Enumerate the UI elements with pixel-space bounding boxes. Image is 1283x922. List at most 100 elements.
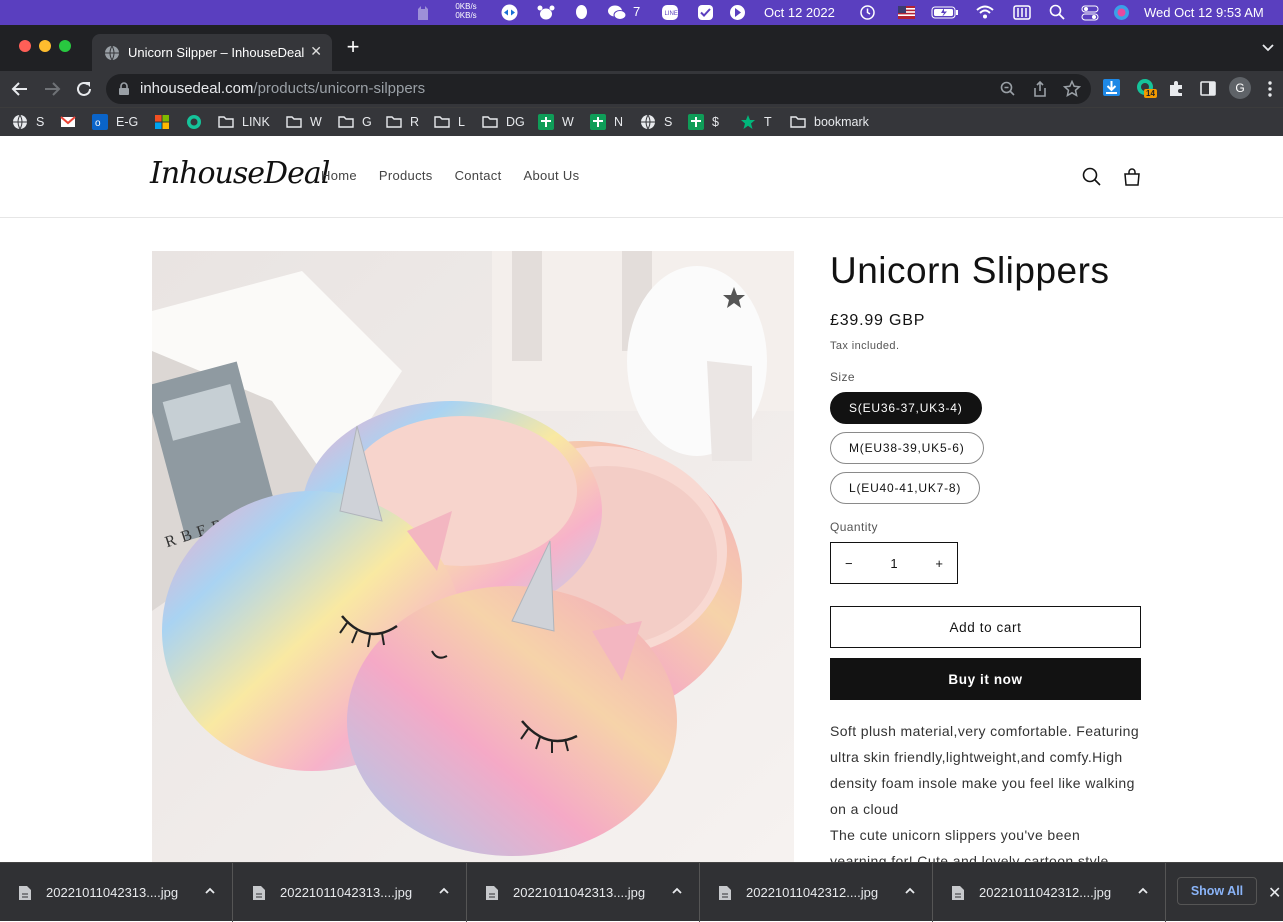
us-flag-icon[interactable] <box>898 6 915 19</box>
time-machine-icon[interactable] <box>859 4 876 21</box>
quantity-stepper: − 1 + <box>830 542 958 584</box>
keyboard-icon[interactable] <box>1013 5 1031 20</box>
wechat-icon[interactable] <box>607 4 627 21</box>
size-option-m[interactable]: M(EU38-39,UK5-6) <box>830 432 984 464</box>
side-panel-icon[interactable] <box>1200 81 1216 96</box>
siri-icon[interactable] <box>1113 4 1130 21</box>
bookmark-item[interactable] <box>186 113 210 131</box>
share-icon[interactable] <box>1032 80 1048 98</box>
close-downloads-icon[interactable]: ✕ <box>1268 883 1281 903</box>
bookmark-item[interactable]: W <box>286 113 322 131</box>
forward-icon[interactable] <box>42 79 62 99</box>
cart-icon[interactable] <box>1121 166 1143 188</box>
spotlight-search-icon[interactable] <box>1049 4 1065 20</box>
chevron-up-icon[interactable] <box>904 885 916 897</box>
window-close-button[interactable] <box>19 40 31 52</box>
folder-icon <box>218 114 234 130</box>
bookmark-label: S <box>664 115 673 129</box>
site-logo[interactable]: InhouseDeal <box>150 156 330 191</box>
globe-icon <box>12 114 28 131</box>
more-menu-icon[interactable] <box>1267 80 1273 98</box>
download-item[interactable]: 20221011042312....jpg <box>700 863 933 922</box>
bookmark-label: L <box>458 115 465 129</box>
nav-home[interactable]: Home <box>321 168 357 183</box>
battery-icon[interactable] <box>931 6 959 19</box>
tab-search-chevron-icon[interactable] <box>1261 40 1275 54</box>
macos-menubar: 0KB/s 0KB/s 7 LINE Oct 12 2022 Wed Oct 1… <box>0 0 1283 25</box>
download-item[interactable]: 20221011042313....jpg <box>234 863 467 922</box>
tab-close-icon[interactable]: ✕ <box>310 43 322 60</box>
bookmark-item[interactable]: S <box>640 113 672 131</box>
bookmark-item[interactable] <box>154 113 178 131</box>
show-all-downloads-button[interactable]: Show All <box>1177 877 1257 905</box>
grammarly-extension-icon[interactable]: 14 <box>1136 78 1158 100</box>
zoom-icon[interactable] <box>1000 81 1016 97</box>
wechat-count: 7 <box>633 4 641 19</box>
quantity-decrease-button[interactable]: − <box>845 556 853 571</box>
bookmark-item[interactable]: S <box>12 113 44 131</box>
folder-icon <box>338 114 354 130</box>
tab-active[interactable]: Unicorn Silpper – InhouseDeal ✕ <box>92 34 332 71</box>
reload-icon[interactable] <box>74 79 94 99</box>
extensions-puzzle-icon[interactable] <box>1168 80 1184 97</box>
folder-icon <box>482 114 498 130</box>
nav-about-us[interactable]: About Us <box>524 168 580 183</box>
qq-icon[interactable] <box>574 4 589 21</box>
bookmark-item[interactable]: G <box>338 113 372 131</box>
bookmark-star-icon[interactable] <box>1063 80 1081 98</box>
chevron-up-icon[interactable] <box>671 885 683 897</box>
bookmark-item[interactable] <box>60 113 84 131</box>
cow-icon[interactable] <box>537 4 555 21</box>
window-zoom-button[interactable] <box>59 40 71 52</box>
file-icon <box>19 885 31 900</box>
bookmark-item[interactable]: DG <box>482 113 525 131</box>
size-option-l[interactable]: L(EU40-41,UK7-8) <box>830 472 981 504</box>
wifi-icon[interactable] <box>976 5 994 19</box>
search-icon[interactable] <box>1081 166 1103 188</box>
lock-icon[interactable] <box>118 82 130 96</box>
quantity-increase-button[interactable]: + <box>935 556 943 571</box>
app-icon[interactable] <box>416 5 430 21</box>
address-bar[interactable]: inhousedeal.com/products/unicorn-silpper… <box>106 74 1091 104</box>
bookmark-item[interactable]: W <box>538 113 574 131</box>
bookmark-label: T <box>764 115 772 129</box>
bookmark-item[interactable]: L <box>434 113 465 131</box>
product-title: Unicorn Slippers <box>830 250 1110 291</box>
bookmark-item[interactable]: N <box>590 113 623 131</box>
control-center-icon[interactable] <box>1081 4 1099 21</box>
chevron-up-icon[interactable] <box>204 885 216 897</box>
window-minimize-button[interactable] <box>39 40 51 52</box>
download-item[interactable]: 20221011042313....jpg <box>0 863 233 922</box>
add-to-cart-button[interactable]: Add to cart <box>830 606 1141 648</box>
bookmark-item[interactable]: T <box>740 113 772 131</box>
product-image[interactable]: RBERA BAR <box>152 251 794 862</box>
bookmark-item[interactable]: R <box>386 113 419 131</box>
check-icon[interactable] <box>697 4 714 21</box>
bookmark-item[interactable]: bookmark <box>790 113 869 131</box>
nav-contact[interactable]: Contact <box>455 168 502 183</box>
size-option-s[interactable]: S(EU36-37,UK3-4) <box>830 392 982 424</box>
file-icon <box>719 885 731 900</box>
download-filename: 20221011042312....jpg <box>746 885 879 900</box>
nav-products[interactable]: Products <box>379 168 433 183</box>
download-extension-icon[interactable] <box>1103 79 1120 96</box>
new-tab-button[interactable]: + <box>343 36 363 58</box>
folder-icon <box>434 114 450 130</box>
chevron-up-icon[interactable] <box>1137 885 1149 897</box>
bookmark-item[interactable]: LINK <box>218 113 270 131</box>
teamviewer-icon[interactable] <box>501 4 518 21</box>
line-icon[interactable]: LINE <box>661 4 679 21</box>
bookmark-item[interactable]: o E-G <box>92 113 138 131</box>
bookmark-item[interactable]: $ <box>688 113 719 131</box>
arrow-circle-icon[interactable] <box>729 4 746 21</box>
tab-strip: Unicorn Silpper – InhouseDeal ✕ + <box>0 25 1283 71</box>
profile-avatar[interactable]: G <box>1229 77 1251 99</box>
download-item[interactable]: 20221011042313....jpg <box>467 863 700 922</box>
network-speed: 0KB/s 0KB/s <box>450 2 482 20</box>
size-options: S(EU36-37,UK3-4) M(EU38-39,UK5-6) L(EU40… <box>830 392 1141 504</box>
chevron-up-icon[interactable] <box>438 885 450 897</box>
download-item[interactable]: 20221011042312....jpg <box>933 863 1166 922</box>
back-icon[interactable] <box>10 79 30 99</box>
quantity-input[interactable]: 1 <box>890 556 897 571</box>
buy-now-button[interactable]: Buy it now <box>830 658 1141 700</box>
